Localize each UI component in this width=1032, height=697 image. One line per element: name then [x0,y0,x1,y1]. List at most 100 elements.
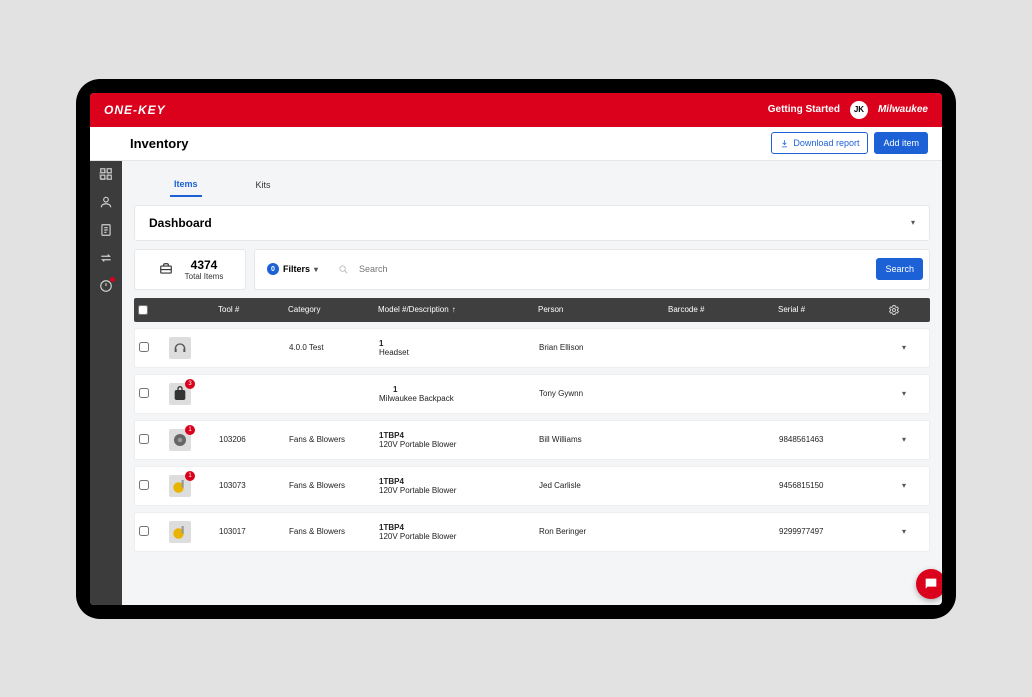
cell-person: Bill Williams [539,435,669,444]
main-content: Items Kits Dashboard ▾ 4374 Total Items [122,161,942,605]
cell-category: Fans & Blowers [289,481,379,490]
chevron-down-icon: ▾ [911,218,915,227]
alert-badge: 1 [185,425,195,435]
cell-person: Tony Gywnn [539,389,669,398]
search-filter-bar: 0 Filters ▾ Search [254,249,930,290]
help-fab[interactable] [916,569,942,599]
sidenav-people-icon[interactable] [99,195,113,209]
col-tool[interactable]: Tool # [218,305,288,314]
cell-person: Jed Carlisle [539,481,669,490]
filters-count-badge: 0 [267,263,279,275]
item-thumbnail: 1 [169,429,191,451]
expand-row-button[interactable]: ▾ [889,389,919,398]
select-all-checkbox[interactable] [138,305,148,315]
dashboard-title: Dashboard [149,216,212,230]
cell-serial: 9456815150 [779,481,889,490]
item-thumbnail [169,521,191,543]
topbar: ONE-KEY Getting Started JK Milwaukee [90,93,942,127]
alert-badge: 3 [185,379,195,389]
row-checkbox[interactable] [139,434,149,444]
search-input[interactable] [355,260,870,278]
dashboard-panel[interactable]: Dashboard ▾ [134,205,930,241]
expand-row-button[interactable]: ▾ [889,527,919,536]
col-barcode-label: Barcode # [668,305,704,314]
item-thumbnail: 1 [169,475,191,497]
col-tool-label: Tool # [218,305,239,314]
avatar[interactable]: JK [850,101,868,119]
page-header: Inventory Download report Add item [90,127,942,161]
table-row[interactable]: 1 103206 Fans & Blowers 1TBP4120V Portab… [134,420,930,460]
row-checkbox[interactable] [139,526,149,536]
cell-serial: 9848561463 [779,435,889,444]
cell-category: Fans & Blowers [289,435,379,444]
tab-items-label: Items [174,179,198,189]
tabs: Items Kits [134,171,930,197]
sidenav-dashboard-icon[interactable] [99,167,113,181]
screen: ONE-KEY Getting Started JK Milwaukee Inv… [90,93,942,605]
search-button[interactable]: Search [876,258,923,280]
col-model[interactable]: Model #/Description↑ [378,305,538,314]
controls-bar: 4374 Total Items 0 Filters ▾ [134,249,930,290]
expand-row-button[interactable]: ▾ [889,481,919,490]
row-checkbox[interactable] [139,388,149,398]
alert-dot-icon [110,277,115,282]
download-icon [780,139,789,148]
toolbox-icon [157,262,175,276]
col-person[interactable]: Person [538,305,668,314]
sidenav-transfer-icon[interactable] [99,251,113,265]
col-barcode[interactable]: Barcode # [668,305,778,314]
cell-tool: 103073 [219,481,289,490]
getting-started-link[interactable]: Getting Started [768,104,840,115]
row-checkbox[interactable] [139,342,149,352]
expand-row-button[interactable]: ▾ [889,435,919,444]
tab-kits-label: Kits [256,180,271,190]
filters-button[interactable]: 0 Filters ▾ [261,259,324,279]
cell-tool: 103017 [219,527,289,536]
total-items-label: Total Items [185,272,224,281]
add-item-label: Add item [883,138,919,148]
sidenav-reports-icon[interactable] [99,223,113,237]
avatar-initials: JK [854,105,864,114]
expand-row-button[interactable]: ▾ [889,343,919,352]
table-row[interactable]: 4.0.0 Test 1Headset Brian Ellison ▾ [134,328,930,368]
tab-items[interactable]: Items [170,173,202,197]
cell-model: 1Headset [379,339,539,357]
manufacturer-logo: Milwaukee [878,104,928,115]
search-icon [338,264,349,275]
brand-logo: ONE-KEY [104,103,166,117]
sidenav [90,161,122,605]
filters-label: Filters [283,264,310,274]
table-row[interactable]: 103017 Fans & Blowers 1TBP4120V Portable… [134,512,930,552]
row-checkbox[interactable] [139,480,149,490]
gear-icon[interactable] [888,304,918,316]
manufacturer-logo-text: Milwaukee [878,104,928,115]
cell-serial: 9299977497 [779,527,889,536]
table-header: Tool # Category Model #/Description↑ Per… [134,298,930,322]
page-title: Inventory [130,136,189,151]
col-category[interactable]: Category [288,305,378,314]
cell-category: Fans & Blowers [289,527,379,536]
cell-person: Brian Ellison [539,343,669,352]
table-row[interactable]: 1 103073 Fans & Blowers 1TBP4120V Portab… [134,466,930,506]
qr-icon [379,384,389,394]
col-serial[interactable]: Serial # [778,305,888,314]
add-item-button[interactable]: Add item [874,132,928,154]
cell-model: 1Milwaukee Backpack [379,384,539,403]
cell-model: 1TBP4120V Portable Blower [379,523,539,541]
item-thumbnail [169,337,191,359]
download-report-button[interactable]: Download report [771,132,868,154]
table-row[interactable]: 3 1Milwaukee Backpack Tony Gywnn ▾ [134,374,930,414]
chevron-down-icon: ▾ [314,265,318,274]
total-items-card: 4374 Total Items [134,249,246,290]
download-report-label: Download report [793,138,859,148]
chat-icon [923,576,939,592]
brand-text: ONE-KEY [104,103,166,117]
col-person-label: Person [538,305,563,314]
search-button-label: Search [885,264,914,274]
tab-kits[interactable]: Kits [252,173,275,197]
device-frame: ONE-KEY Getting Started JK Milwaukee Inv… [76,79,956,619]
cell-model: 1TBP4120V Portable Blower [379,431,539,449]
table-rows: 4.0.0 Test 1Headset Brian Ellison ▾ 3 1M… [134,328,930,552]
sidenav-alerts-icon[interactable] [99,279,113,293]
col-model-label: Model #/Description [378,305,449,314]
